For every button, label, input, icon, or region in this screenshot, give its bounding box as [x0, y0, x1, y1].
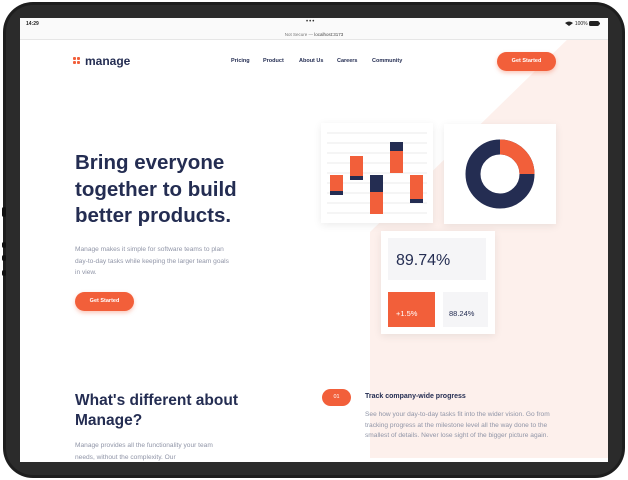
security-label: Not Secure — [284, 32, 315, 37]
hero-description: Manage makes it simple for software team… [75, 246, 229, 276]
status-bar: 14:29 ••• 100% [20, 18, 608, 30]
feature-title: Track company-wide progress [365, 393, 466, 400]
nav-item-product[interactable]: Product [263, 58, 299, 64]
more-dots-icon[interactable]: ••• [306, 19, 315, 25]
get-started-nav-button[interactable]: Get Started [497, 52, 556, 71]
feature-description: See how your day-to-day tasks fit into t… [365, 411, 550, 439]
side-button [2, 242, 6, 248]
section-description: Manage provides all the functionality yo… [75, 442, 213, 461]
hero-title: Bring everyone together to build better … [75, 151, 237, 227]
side-button [2, 255, 6, 261]
donut-chart-icon [465, 139, 535, 209]
donut-chart-card [444, 124, 556, 224]
url-host: localhost:3173 [314, 32, 344, 37]
status-time: 14:29 [26, 21, 39, 27]
logo-text: manage [85, 54, 131, 68]
logo-icon [73, 57, 81, 65]
section-title: What's different about Manage? [75, 392, 238, 429]
battery-icon [589, 21, 600, 27]
get-started-hero-button[interactable]: Get Started [75, 292, 134, 311]
nav-item-about-us[interactable]: About Us [299, 58, 337, 64]
feature-number-badge: 01 [322, 389, 351, 406]
stat-secondary: 88.24% [443, 292, 488, 327]
stat-main: 89.74% [388, 238, 486, 280]
stat-change: +1.5% [388, 292, 435, 327]
logo[interactable]: manage [73, 54, 130, 68]
nav-item-careers[interactable]: Careers [337, 58, 372, 64]
stats-card: 89.74% +1.5% 88.24% [381, 231, 495, 334]
nav-item-pricing[interactable]: Pricing [231, 58, 263, 64]
url-bar[interactable]: Not Secure — localhost:3173 [20, 30, 608, 40]
wifi-icon [565, 21, 574, 27]
candlestick-chart-card [321, 123, 433, 223]
candlestick-chart-icon [327, 132, 427, 214]
stat-secondary-value: 88.24% [449, 309, 475, 318]
nav-links: Pricing Product About Us Careers Communi… [231, 58, 402, 64]
battery-indicator: 100% [565, 21, 600, 27]
side-button [2, 270, 6, 276]
battery-percent: 100% [574, 21, 588, 27]
stat-change-value: +1.5% [396, 309, 418, 318]
stat-main-value: 89.74% [396, 252, 451, 269]
nav-item-community[interactable]: Community [372, 58, 402, 64]
screen: 14:29 ••• 100% Not Secure — localhost:31… [20, 18, 608, 462]
side-button [2, 207, 6, 217]
